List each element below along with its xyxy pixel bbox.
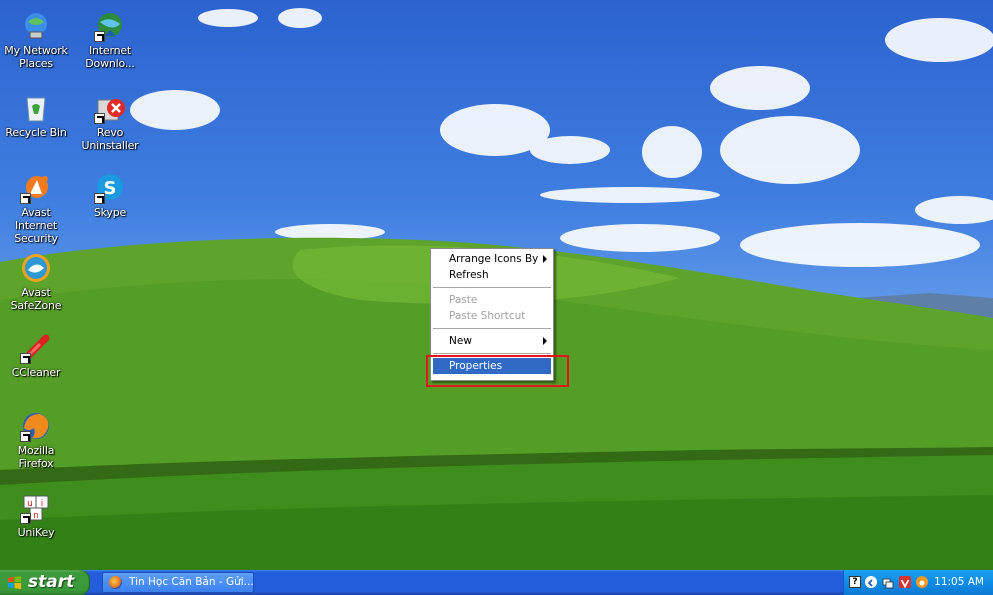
shortcut-arrow-icon [20, 431, 31, 442]
help-icon[interactable]: ? [849, 576, 861, 588]
network-places-icon [20, 10, 52, 42]
taskbar: start Tin Học Căn Bản - Gửi... ? 11:05 A… [0, 570, 993, 595]
desktop-icon-mozilla-firefox[interactable]: Mozilla Firefox [0, 410, 72, 470]
revo-uninstaller-icon [94, 92, 126, 124]
desktop-icon-internet-download[interactable]: Internet Downlo... [74, 10, 146, 70]
firefox-icon [109, 576, 122, 589]
firefox-icon [20, 410, 52, 442]
shortcut-arrow-icon [94, 31, 105, 42]
properties-highlight-box [426, 355, 569, 387]
clock[interactable]: 11:05 AM [934, 570, 984, 595]
menu-item-refresh[interactable]: Refresh [431, 267, 553, 283]
avast-safezone-icon [20, 252, 52, 284]
menu-item-arrange-icons-by[interactable]: Arrange Icons By [431, 251, 553, 267]
desktop-icon-avast-internet-security[interactable]: Avast Internet Security [0, 172, 72, 245]
avast-tray-icon[interactable] [916, 576, 928, 588]
skype-icon: S [94, 172, 126, 204]
svg-text:u: u [27, 499, 33, 509]
svg-text:n: n [33, 511, 39, 521]
desktop-icon-avast-safezone[interactable]: Avast SafeZone [0, 252, 72, 312]
shortcut-arrow-icon [20, 513, 31, 524]
desktop-icon-skype[interactable]: S Skype [74, 172, 146, 219]
menu-separator [433, 353, 551, 354]
ccleaner-icon [20, 332, 52, 364]
menu-separator [433, 328, 551, 329]
menu-item-paste: Paste [449, 294, 478, 306]
desktop[interactable]: My Network Places Internet Downlo... Rec… [0, 0, 993, 570]
desktop-icon-ccleaner[interactable]: CCleaner [0, 332, 72, 379]
taskbar-button-firefox[interactable]: Tin Học Căn Bản - Gửi... [102, 572, 254, 593]
submenu-arrow-icon [543, 255, 547, 263]
menu-item-paste-shortcut: Paste Shortcut [449, 310, 526, 322]
system-tray: ? 11:05 AM [843, 570, 993, 595]
vivaldi-icon[interactable] [899, 576, 911, 589]
menu-item-new[interactable]: New [431, 333, 553, 349]
avast-icon [20, 172, 52, 204]
svg-text:i: i [41, 499, 44, 509]
shortcut-arrow-icon [94, 193, 105, 204]
desktop-icon-my-network-places[interactable]: My Network Places [0, 10, 72, 70]
desktop-icon-recycle-bin[interactable]: Recycle Bin [0, 92, 72, 139]
network-icon[interactable] [882, 576, 894, 589]
shortcut-arrow-icon [20, 353, 31, 364]
menu-separator [433, 287, 551, 288]
shortcut-arrow-icon [94, 113, 105, 124]
submenu-arrow-icon [543, 337, 547, 345]
desktop-icon-unikey[interactable]: uin UniKey [0, 492, 72, 539]
internet-download-icon [94, 10, 126, 42]
start-button[interactable]: start [0, 570, 90, 595]
windows-flag-icon [7, 575, 22, 590]
svg-text:S: S [104, 178, 117, 199]
chevron-left-icon[interactable] [865, 576, 877, 588]
shortcut-arrow-icon [20, 193, 31, 204]
desktop-icon-revo-uninstaller[interactable]: Revo Uninstaller [74, 92, 146, 152]
unikey-icon: uin [20, 492, 52, 524]
recycle-bin-icon [20, 92, 52, 124]
